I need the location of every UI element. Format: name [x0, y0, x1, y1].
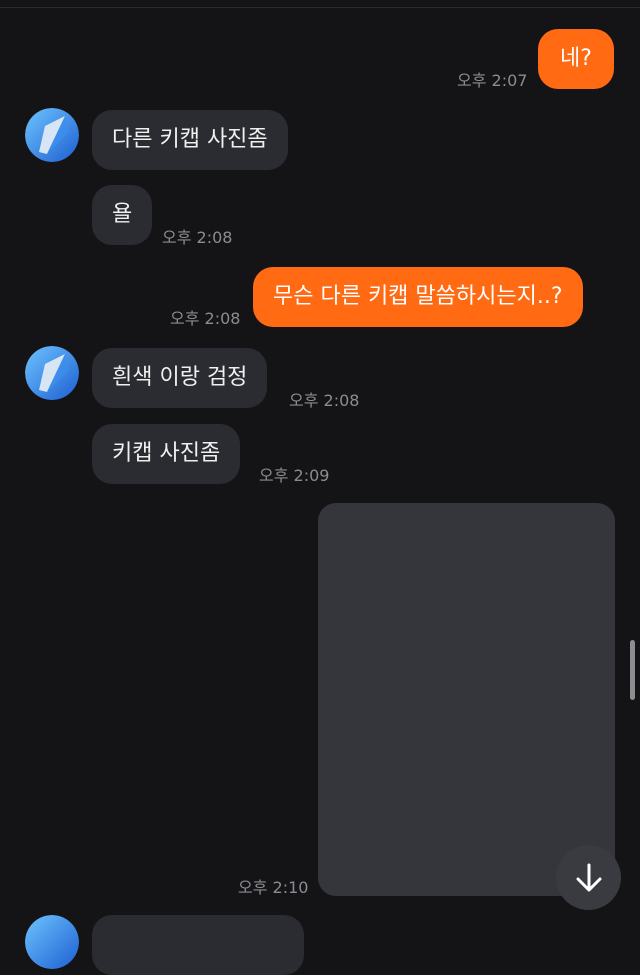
- message-time: 오후 2:09: [259, 466, 330, 485]
- contact-avatar[interactable]: [25, 108, 79, 162]
- message-time: 오후 2:08: [162, 228, 233, 247]
- received-message-bubble-partial[interactable]: [92, 915, 304, 975]
- scroll-to-bottom-button[interactable]: [556, 845, 621, 910]
- message-time: 오후 2:10: [238, 878, 309, 897]
- contact-avatar[interactable]: [25, 346, 79, 400]
- scrollbar-thumb[interactable]: [630, 640, 635, 700]
- received-message-bubble[interactable]: 흰색 이랑 검정: [92, 348, 268, 408]
- blue-gradient-avatar-icon: [25, 346, 79, 400]
- blue-gradient-avatar-icon: [25, 915, 79, 969]
- message-time: 오후 2:08: [170, 309, 241, 328]
- message-time: 오후 2:08: [289, 391, 360, 410]
- top-divider: [0, 7, 640, 8]
- image-message[interactable]: [318, 503, 615, 896]
- received-message-bubble[interactable]: 키캡 사진좀: [92, 424, 241, 484]
- sent-message-bubble[interactable]: 네?: [538, 29, 614, 89]
- sent-message-bubble[interactable]: 무슨 다른 키캡 말씀하시는지..?: [253, 267, 583, 327]
- received-message-bubble[interactable]: 다른 키캡 사진좀: [92, 110, 288, 170]
- contact-avatar[interactable]: [25, 915, 79, 969]
- received-message-bubble[interactable]: 욜: [92, 185, 153, 245]
- message-time: 오후 2:07: [457, 71, 528, 90]
- blue-gradient-avatar-icon: [25, 108, 79, 162]
- arrow-down-icon: [576, 863, 601, 891]
